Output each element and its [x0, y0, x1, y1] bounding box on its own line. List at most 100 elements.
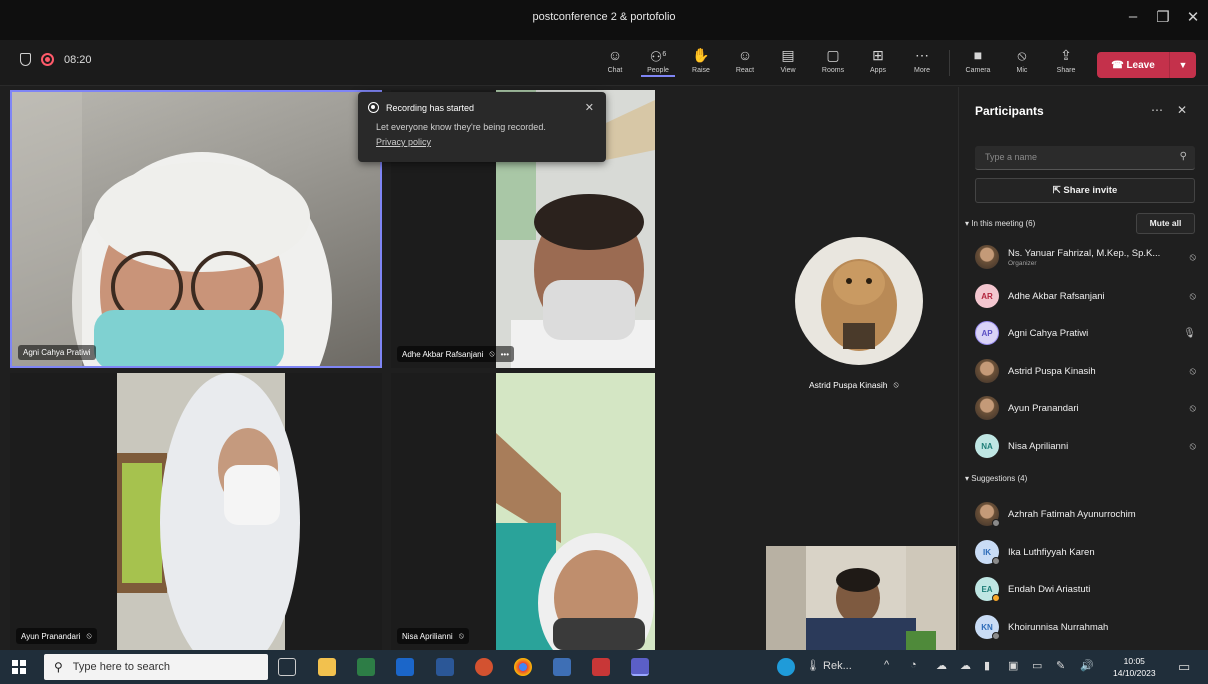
participant-row[interactable]: AR Adhe Akbar Rafsanjani ⦸	[975, 281, 1200, 311]
in-meeting-section-header[interactable]: ▾ In this meeting (6)	[965, 219, 1035, 228]
notification-icon[interactable]: ▭	[1178, 659, 1190, 675]
rooms-button[interactable]: ▢ Rooms	[816, 46, 850, 82]
recording-icon	[368, 102, 379, 113]
meeting-status: 08:20	[20, 53, 92, 66]
more-options-icon[interactable]: ⋯	[1151, 103, 1163, 117]
app-icon[interactable]	[777, 658, 795, 676]
windows-start-icon[interactable]	[12, 660, 26, 674]
recording-toast: Recording has started Let everyone know …	[358, 92, 606, 162]
shield-icon	[20, 53, 31, 66]
avatar	[975, 396, 999, 420]
mic-icon[interactable]: ▮	[984, 659, 990, 672]
people-icon: ⚇6	[649, 48, 667, 65]
mail-icon[interactable]	[396, 658, 414, 676]
chevron-down-icon[interactable]: ▼	[1170, 60, 1196, 70]
taskbar-clock[interactable]: 10:05 14/10/2023	[1113, 655, 1156, 679]
screen-icon[interactable]: ▣	[1008, 659, 1018, 672]
privacy-policy-link[interactable]: Privacy policy	[376, 137, 431, 147]
participant-name-tag: Agni Cahya Pratiwi	[18, 345, 96, 360]
task-view-icon[interactable]	[278, 658, 296, 676]
toast-message: Let everyone know they're being recorded…	[376, 122, 546, 132]
participant-name: Khoirunnisa Nurrahmah	[1008, 621, 1109, 633]
onedrive-icon[interactable]: ☁	[936, 659, 947, 672]
close-window-button[interactable]: ✕	[1180, 8, 1206, 30]
suggestion-row[interactable]: IK Ika Luthfiyyah Karen	[975, 537, 1200, 567]
participant-name: Ika Luthfiyyah Karen	[1008, 546, 1095, 558]
suggestion-row[interactable]: KN Khoirunnisa Nurrahmah	[975, 612, 1200, 642]
suggestion-row[interactable]: Azhrah Fatimah Ayunurrochim	[975, 499, 1200, 529]
volume-icon[interactable]: 🔊	[1080, 659, 1094, 672]
apps-button[interactable]: ⊞ Apps	[861, 46, 895, 82]
participant-video	[12, 92, 332, 366]
powerpoint-icon[interactable]	[475, 658, 493, 676]
video-tile[interactable]: Agni Cahya Pratiwi	[10, 90, 382, 368]
minimize-button[interactable]: –	[1120, 8, 1146, 30]
participant-search: ⚲	[975, 146, 1195, 170]
word-icon[interactable]	[436, 658, 454, 676]
suggestions-section-header[interactable]: ▾ Suggestions (4)	[965, 474, 1027, 483]
participant-row[interactable]: Ns. Yanuar Fahrizal, M.Kep., Sp.K... Org…	[975, 242, 1200, 272]
avatar	[975, 502, 1000, 527]
app-icon[interactable]	[553, 658, 571, 676]
participants-panel: Participants ⋯ ✕ ⚲ ⇱ Share invite ▾ In t…	[958, 87, 1208, 650]
taskbar-search[interactable]: ⚲	[44, 654, 268, 680]
mic-off-icon: ⦸	[1189, 365, 1196, 377]
mic-off-icon: ⦸	[1189, 402, 1196, 414]
video-tile[interactable]: Astrid Puspa Kinasih ⦸	[771, 90, 958, 530]
participant-name: Ayun Pranandari	[1008, 402, 1079, 414]
teams-icon[interactable]	[631, 658, 649, 676]
avatar	[975, 245, 999, 269]
suggestion-row[interactable]: EA Endah Dwi Ariastuti	[975, 574, 1200, 604]
pen-icon[interactable]: ✎	[1056, 659, 1065, 672]
store-icon[interactable]	[357, 658, 375, 676]
participant-name-label: Astrid Puspa Kinasih ⦸	[809, 380, 899, 390]
search-icon: ⚲	[1179, 151, 1187, 162]
self-view-video[interactable]	[766, 546, 956, 650]
thermometer-icon: 🌡	[806, 660, 820, 672]
participant-name: Nisa Aprilianni	[1008, 440, 1069, 452]
file-explorer-icon[interactable]	[318, 658, 336, 676]
raise-hand-button[interactable]: ✋ Raise	[684, 46, 718, 82]
recorder-app[interactable]: 🌡 Rek...	[806, 659, 852, 672]
more-options-icon[interactable]: •••	[501, 350, 509, 359]
leave-button[interactable]: ☎ Leave ▼	[1097, 52, 1196, 78]
avatar: AR	[975, 284, 999, 308]
share-invite-button[interactable]: ⇱ Share invite	[975, 178, 1195, 203]
participant-name: Ns. Yanuar Fahrizal, M.Kep., Sp.K... Org…	[1008, 247, 1161, 267]
participant-row[interactable]: AP Agni Cahya Pratiwi 🎙	[975, 318, 1200, 348]
tray-icon[interactable]: ◔	[910, 659, 917, 671]
share-button[interactable]: ⇪ Share	[1049, 46, 1083, 82]
chat-button[interactable]: ☺ Chat	[598, 46, 632, 82]
status-badge	[992, 557, 1000, 565]
calendar-app-icon[interactable]	[592, 658, 610, 676]
chat-icon: ☺	[607, 47, 623, 63]
close-icon[interactable]: ✕	[1177, 103, 1187, 117]
participant-row[interactable]: Astrid Puspa Kinasih ⦸	[975, 356, 1200, 386]
mute-all-button[interactable]: Mute all	[1136, 213, 1195, 234]
more-button[interactable]: ⋯ More	[905, 46, 939, 82]
battery-icon[interactable]: ▭	[1032, 659, 1042, 672]
react-button[interactable]: ☺ React	[728, 46, 762, 82]
camera-button[interactable]: ■ Camera	[961, 46, 995, 82]
search-input[interactable]	[975, 146, 1165, 168]
cloud-icon[interactable]: ☁	[960, 659, 971, 672]
avatar	[975, 359, 999, 383]
mic-off-icon: ⦸	[86, 631, 92, 640]
participant-row[interactable]: Ayun Pranandari ⦸	[975, 393, 1200, 423]
chrome-icon[interactable]	[514, 658, 532, 676]
mic-button[interactable]: ⦸ Mic	[1005, 46, 1039, 82]
close-icon[interactable]: ✕	[585, 101, 594, 114]
mic-off-icon: ⦸	[458, 631, 464, 640]
mic-off-icon: ⦸	[1189, 290, 1196, 302]
participant-row[interactable]: NA Nisa Aprilianni ⦸	[975, 431, 1200, 461]
maximize-button[interactable]: ❐	[1150, 8, 1176, 30]
video-tile[interactable]: Ayun Pranandari ⦸	[10, 373, 382, 650]
more-icon: ⋯	[915, 47, 929, 63]
people-button[interactable]: ⚇6 People	[641, 46, 675, 82]
chevron-up-icon[interactable]: ^	[884, 659, 889, 671]
video-tile[interactable]: Nisa Aprilianni ⦸	[391, 373, 655, 650]
view-button[interactable]: ▤ View	[771, 46, 805, 82]
taskbar-search-input[interactable]	[72, 661, 243, 673]
video-stage: Agni Cahya Pratiwi Adhe Akbar Rafsanjani…	[0, 87, 958, 650]
participant-name-tag: Nisa Aprilianni ⦸	[397, 628, 469, 644]
